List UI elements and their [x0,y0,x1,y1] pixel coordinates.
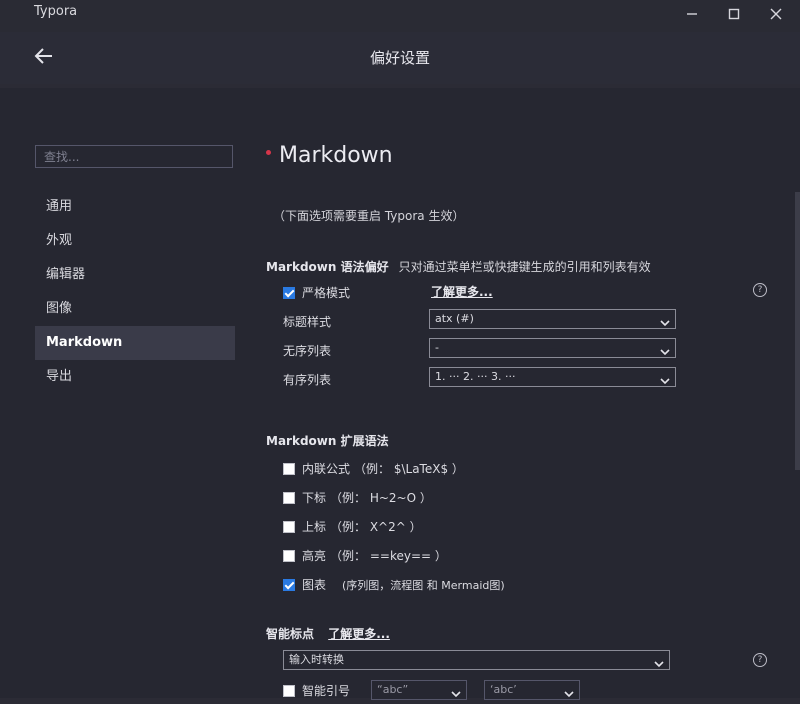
chevron-down-icon [660,315,670,327]
syntax-pref-heading: Markdown 语法偏好 只对通过菜单栏或快捷键生成的引用和列表有效 [266,258,651,275]
diagrams-checkbox[interactable] [283,578,295,591]
unordered-list-value: - [435,341,439,354]
superscript-example: （例： X^2^ ） [330,520,422,534]
highlight-label: 高亮 [302,549,327,563]
superscript-label: 上标 [302,520,327,534]
close-button[interactable] [755,0,797,28]
ordered-list-label: 有序列表 [283,373,332,387]
help-icon[interactable]: ? [753,653,767,667]
heading-style-select[interactable]: atx (#) [429,309,676,329]
strict-mode-row: 严格模式 [283,284,350,301]
heading-style-label: 标题样式 [283,315,332,329]
settings-content: Markdown （下面选项需要重启 Typora 生效） Markdown 语… [266,88,786,700]
sidebar-item-appearance[interactable]: 外观 [35,224,235,258]
extended-item-inline-math: 内联公式 （例： $\LaTeX$ ） [283,460,464,477]
help-icon[interactable]: ? [753,283,767,297]
extended-syntax-heading: Markdown 扩展语法 [266,434,389,448]
section-dot-icon [266,149,271,155]
highlight-example: （例： ==key== ） [330,549,447,563]
smart-punct-learn-more-link[interactable]: 了解更多... [328,627,390,641]
sidebar-item-export[interactable]: 导出 [35,360,235,394]
subscript-label: 下标 [302,491,327,505]
maximize-icon [728,8,740,20]
sidebar-item-markdown[interactable]: Markdown [35,326,235,360]
ordered-list-select[interactable]: 1. ··· 2. ··· 3. ··· [429,367,676,387]
title-bar: Typora [0,0,800,32]
syntax-pref-title: Markdown 语法偏好 [266,260,389,274]
minimize-icon [687,13,697,15]
strict-mode-learn-more-link[interactable]: 了解更多... [431,283,493,300]
chevron-down-icon [451,686,461,698]
unordered-list-select[interactable]: - [429,338,676,358]
sidebar-item-image[interactable]: 图像 [35,292,235,326]
chevron-down-icon [564,686,574,698]
diagrams-example: (序列图，流程图 和 Mermaid图) [342,578,505,592]
double-quote-select[interactable]: “abc” [371,680,467,700]
extended-item-diagrams: 图表 (序列图，流程图 和 Mermaid图) [283,576,505,593]
sidebar-item-general[interactable]: 通用 [35,190,235,224]
app-title: Typora [34,4,78,19]
extended-item-subscript: 下标 （例： H~2~O ） [283,489,432,506]
section-title: Markdown [266,143,393,168]
heading-style-value: atx (#) [435,312,474,325]
syntax-pref-subtitle: 只对通过菜单栏或快捷键生成的引用和列表有效 [398,260,651,274]
inline-math-label: 内联公式 [302,462,351,476]
extended-item-highlight: 高亮 （例： ==key== ） [283,547,447,564]
maximize-button[interactable] [713,0,755,28]
smart-quotes-checkbox[interactable] [283,684,295,697]
double-quote-value: “abc” [377,683,409,696]
restart-note: （下面选项需要重启 Typora 生效） [273,209,465,223]
single-quote-select[interactable]: ‘abc’ [484,680,580,700]
smart-punct-title: 智能标点 [266,627,315,641]
chevron-down-icon [654,656,664,668]
superscript-checkbox[interactable] [283,520,295,533]
strict-mode-checkbox[interactable] [283,286,295,299]
single-quote-value: ‘abc’ [490,683,517,696]
sidebar-nav: 通用 外观 编辑器 图像 Markdown 导出 [35,190,235,394]
inline-math-example: （例： $\LaTeX$ ） [354,462,464,476]
inline-math-checkbox[interactable] [283,462,295,475]
smart-punct-mode-value: 输入时转换 [289,653,344,666]
preferences-body: 通用 外观 编辑器 图像 Markdown 导出 Markdown （下面选项需… [0,88,800,700]
section-title-text: Markdown [279,143,393,168]
ordered-list-value: 1. ··· 2. ··· 3. ··· [435,370,516,383]
close-icon [770,8,782,20]
sidebar-item-editor[interactable]: 编辑器 [35,258,235,292]
preferences-header: 偏好设置 [0,32,800,84]
smart-quotes-row: 智能引号 [283,682,350,699]
smart-punct-heading: 智能标点 了解更多... [266,625,390,642]
unordered-list-label: 无序列表 [283,344,332,358]
page-title: 偏好设置 [369,49,430,67]
subscript-example: （例： H~2~O ） [330,491,432,505]
chevron-down-icon [660,373,670,385]
scrollbar[interactable] [795,192,800,470]
subscript-checkbox[interactable] [283,491,295,504]
smart-punct-mode-select[interactable]: 输入时转换 [283,650,670,670]
strict-mode-label: 严格模式 [302,286,351,300]
chevron-down-icon [660,344,670,356]
highlight-checkbox[interactable] [283,549,295,562]
minimize-button[interactable] [671,0,713,28]
smart-quotes-label: 智能引号 [302,684,351,698]
diagrams-label: 图表 [302,578,327,592]
search-input[interactable] [35,145,233,168]
extended-item-superscript: 上标 （例： X^2^ ） [283,518,422,535]
